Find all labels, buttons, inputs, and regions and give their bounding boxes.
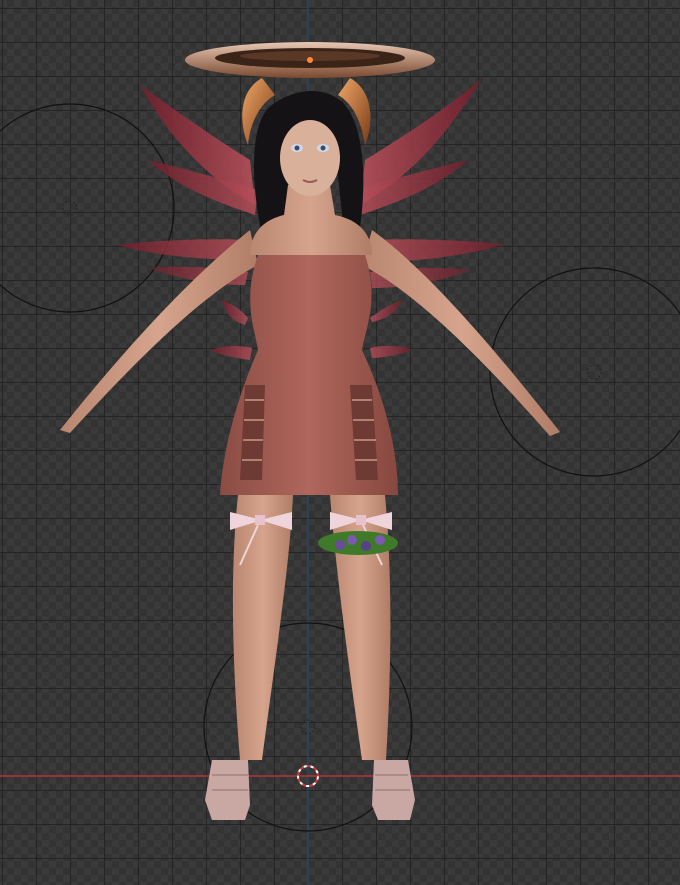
empty-object-icon	[62, 200, 78, 216]
dress	[220, 255, 398, 495]
3d-viewport[interactable]	[0, 0, 680, 885]
halo-icon[interactable]	[185, 42, 435, 78]
flower-garter	[318, 531, 398, 555]
shoes	[205, 760, 415, 820]
empty-object-right[interactable]	[489, 267, 680, 477]
empty-object-icon	[586, 364, 602, 380]
scene-canvas[interactable]	[0, 0, 680, 885]
empty-object-left[interactable]	[0, 103, 175, 313]
